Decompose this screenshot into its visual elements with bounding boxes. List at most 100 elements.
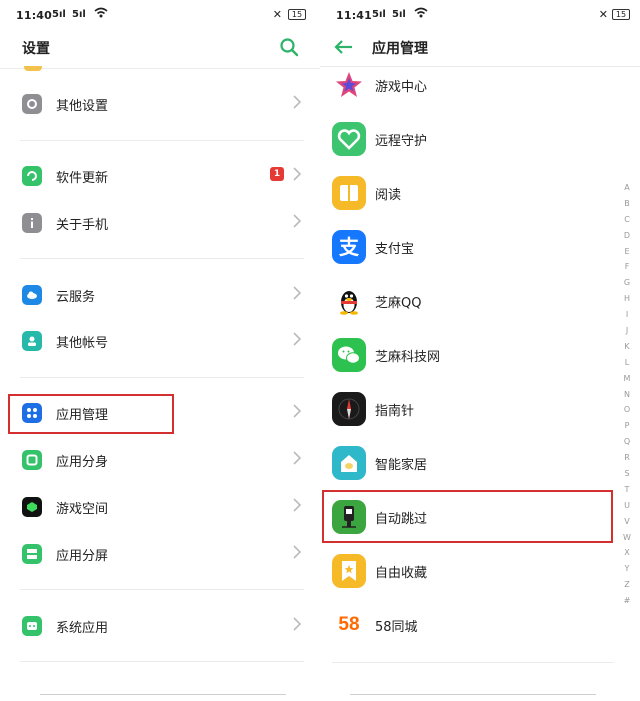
index-letter[interactable]: E bbox=[620, 244, 634, 260]
settings-item-about-phone[interactable]: 关于手机 bbox=[0, 203, 320, 243]
chevron-right-icon bbox=[293, 617, 302, 631]
index-letter[interactable]: B bbox=[620, 196, 634, 212]
settings-header: 设置 bbox=[0, 30, 320, 66]
smart-home-icon bbox=[332, 446, 366, 480]
index-letter[interactable]: V bbox=[620, 514, 634, 530]
signal-icon: 5ıl bbox=[72, 9, 86, 20]
index-letter[interactable]: D bbox=[620, 228, 634, 244]
section-divider bbox=[20, 589, 304, 590]
highlight-box bbox=[8, 394, 174, 434]
index-letter[interactable]: H bbox=[620, 291, 634, 307]
app-management-header: 应用管理 bbox=[320, 30, 640, 66]
app-item-58-tongcheng[interactable]: 58 58同城 bbox=[320, 602, 610, 650]
game-center-icon bbox=[332, 68, 366, 102]
status-time: 11:40 bbox=[16, 9, 53, 22]
mute-icon: ✕ bbox=[598, 8, 608, 21]
chevron-right-icon bbox=[293, 332, 302, 346]
index-letter[interactable]: T bbox=[620, 482, 634, 498]
chevron-right-icon bbox=[293, 451, 302, 465]
app-item-zhima-tech[interactable]: 芝麻科技网 bbox=[320, 332, 610, 380]
section-divider bbox=[20, 258, 304, 259]
index-letter[interactable]: S bbox=[620, 466, 634, 482]
app-item-zhima-qq[interactable]: 芝麻QQ bbox=[320, 278, 610, 326]
index-letter[interactable]: A bbox=[620, 180, 634, 196]
wechat-icon bbox=[332, 338, 366, 372]
app-item-smart-home[interactable]: 智能家居 bbox=[320, 440, 610, 488]
index-letter[interactable]: # bbox=[620, 593, 634, 609]
section-divider bbox=[20, 661, 304, 662]
chevron-right-icon bbox=[293, 545, 302, 559]
settings-item-system-apps[interactable]: 系统应用 bbox=[0, 606, 320, 646]
remote-guard-icon bbox=[332, 122, 366, 156]
chevron-right-icon bbox=[293, 214, 302, 228]
index-letter[interactable]: P bbox=[620, 418, 634, 434]
index-letter[interactable]: Z bbox=[620, 577, 634, 593]
search-icon[interactable] bbox=[278, 36, 300, 58]
page-title: 应用管理 bbox=[372, 41, 428, 57]
index-letter[interactable]: G bbox=[620, 275, 634, 291]
section-divider bbox=[20, 377, 304, 378]
app-item-game-center[interactable]: 游戏中心 bbox=[320, 62, 610, 110]
index-letter[interactable]: W bbox=[620, 530, 634, 546]
status-time: 11:41 bbox=[336, 9, 373, 22]
settings-item-game-space[interactable]: 游戏空间 bbox=[0, 487, 320, 527]
bookmark-star-icon bbox=[332, 554, 366, 588]
cloud-icon bbox=[22, 285, 42, 305]
index-letter[interactable]: N bbox=[620, 387, 634, 403]
reading-icon bbox=[332, 176, 366, 210]
header-divider bbox=[0, 68, 320, 69]
app-item-remote-guard[interactable]: 远程守护 bbox=[320, 116, 610, 164]
index-letter[interactable]: Y bbox=[620, 561, 634, 577]
index-letter[interactable]: M bbox=[620, 371, 634, 387]
settings-item-other-settings[interactable]: 其他设置 bbox=[0, 84, 320, 124]
section-divider bbox=[20, 140, 304, 141]
wifi-icon bbox=[94, 7, 108, 18]
index-letter[interactable]: F bbox=[620, 259, 634, 275]
alphabet-index-bar[interactable]: A B C D E F G H I J K L M N O P Q R S T U V W X Y Z # bbox=[620, 180, 634, 609]
app-item-reading[interactable]: 阅读 bbox=[320, 170, 610, 218]
app-label: 支付宝 bbox=[375, 242, 415, 257]
settings-item-app-clone[interactable]: 应用分身 bbox=[0, 440, 320, 480]
compass-icon bbox=[332, 392, 366, 426]
game-space-icon bbox=[22, 497, 42, 517]
settings-panel: 11:40 5ıl 5ıl ✕ 15 设置 其他设置 软件更新 1 关于手机 云… bbox=[0, 0, 320, 701]
home-indicator[interactable] bbox=[350, 694, 596, 695]
battery-icon: 15 bbox=[612, 9, 630, 20]
home-indicator[interactable] bbox=[40, 694, 286, 695]
settings-item-software-update[interactable]: 软件更新 1 bbox=[0, 156, 320, 196]
index-letter[interactable]: X bbox=[620, 545, 634, 561]
settings-item-cloud-service[interactable]: 云服务 bbox=[0, 275, 320, 315]
back-arrow-icon[interactable] bbox=[332, 36, 356, 58]
index-letter[interactable]: O bbox=[620, 402, 634, 418]
chevron-right-icon bbox=[293, 286, 302, 300]
app-label: 芝麻QQ bbox=[375, 296, 422, 311]
settings-item-label: 云服务 bbox=[56, 290, 96, 305]
settings-item-other-accounts[interactable]: 其他帐号 bbox=[0, 321, 320, 361]
wifi-icon bbox=[414, 7, 428, 18]
chevron-right-icon bbox=[293, 498, 302, 512]
info-icon bbox=[22, 213, 42, 233]
index-letter[interactable]: J bbox=[620, 323, 634, 339]
app-item-compass[interactable]: 指南针 bbox=[320, 386, 610, 434]
index-letter[interactable]: Q bbox=[620, 434, 634, 450]
page-title: 设置 bbox=[22, 41, 50, 57]
chevron-right-icon bbox=[293, 404, 302, 418]
clone-icon bbox=[22, 450, 42, 470]
index-letter[interactable]: I bbox=[620, 307, 634, 323]
app-label: 智能家居 bbox=[375, 458, 428, 473]
58-logo-icon: 58 bbox=[332, 608, 366, 642]
chevron-right-icon bbox=[293, 95, 302, 109]
app-item-alipay[interactable]: 支 支付宝 bbox=[320, 224, 610, 272]
settings-icon bbox=[22, 94, 42, 114]
settings-item-split-screen[interactable]: 应用分屏 bbox=[0, 534, 320, 574]
app-management-panel: 11:41 5ıl 5ıl ✕ 15 应用管理 游戏中心 远程守护 阅读 支 支… bbox=[320, 0, 640, 701]
index-letter[interactable]: L bbox=[620, 355, 634, 371]
index-letter[interactable]: K bbox=[620, 339, 634, 355]
index-letter[interactable]: C bbox=[620, 212, 634, 228]
mute-icon: ✕ bbox=[272, 8, 282, 21]
app-item-free-favorites[interactable]: 自由收藏 bbox=[320, 548, 610, 596]
alipay-icon: 支 bbox=[332, 230, 366, 264]
index-letter[interactable]: U bbox=[620, 498, 634, 514]
signal-icon: 5ıl bbox=[372, 9, 386, 20]
index-letter[interactable]: R bbox=[620, 450, 634, 466]
